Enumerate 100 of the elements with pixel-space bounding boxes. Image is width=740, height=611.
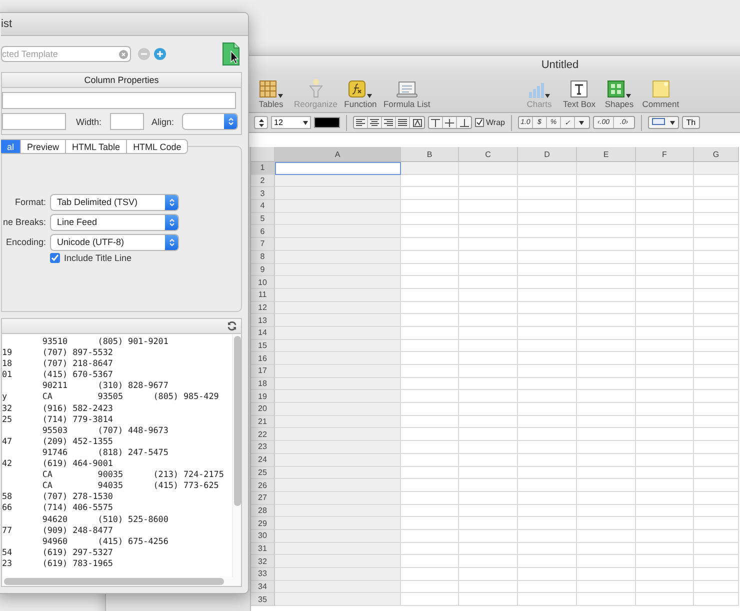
table-cell[interactable] (518, 416, 577, 428)
table-cell[interactable] (459, 288, 518, 302)
table-cell[interactable] (518, 542, 577, 556)
table-cell[interactable] (459, 593, 518, 606)
row-header[interactable]: 31 (251, 542, 275, 556)
row-header[interactable]: 22 (251, 428, 275, 442)
row-header[interactable]: 11 (251, 288, 275, 302)
table-cell[interactable] (577, 580, 636, 594)
table-cell[interactable] (518, 162, 577, 175)
table-cell[interactable] (401, 378, 459, 390)
table-cell[interactable] (694, 264, 739, 276)
toolbar-button[interactable]: Text Box (562, 76, 596, 109)
table-cell[interactable] (459, 200, 518, 213)
table-cell[interactable] (459, 492, 518, 505)
row-header[interactable]: 35 (251, 593, 275, 606)
tab[interactable]: Preview (21, 139, 66, 154)
table-cell[interactable] (636, 187, 694, 200)
table-cell[interactable] (401, 238, 459, 251)
table-cell[interactable] (694, 352, 739, 365)
table-cell[interactable] (275, 441, 401, 454)
row-header[interactable]: 29 (251, 517, 275, 530)
table-cell[interactable] (518, 288, 577, 302)
table-cell[interactable] (694, 517, 739, 530)
table-cell[interactable] (518, 390, 577, 404)
alignment-buttons[interactable] (353, 116, 425, 129)
table-cell[interactable] (577, 264, 636, 276)
font-size-field[interactable]: 12 (271, 116, 311, 129)
table-cell[interactable] (518, 174, 577, 188)
row-header[interactable]: 33 (251, 568, 275, 581)
table-cell[interactable] (459, 250, 518, 264)
table-cell[interactable] (636, 250, 694, 264)
row-header[interactable]: 3 (251, 187, 275, 200)
table-cell[interactable] (459, 416, 518, 428)
table-cell[interactable] (577, 352, 636, 365)
table-cell[interactable] (577, 200, 636, 213)
table-cell[interactable] (459, 403, 518, 416)
table-cell[interactable] (694, 555, 739, 568)
table-cell[interactable] (694, 200, 739, 213)
table-cell[interactable] (518, 340, 577, 352)
align-left-button[interactable] (354, 117, 368, 128)
table-cell[interactable] (694, 250, 739, 264)
table-cell[interactable] (401, 454, 459, 466)
table-cell[interactable] (401, 568, 459, 581)
table-cell[interactable] (518, 365, 577, 378)
column-header[interactable]: A (275, 147, 401, 162)
table-cell[interactable] (636, 326, 694, 340)
table-cell[interactable] (518, 454, 577, 466)
table-cell[interactable] (636, 568, 694, 581)
input-field[interactable] (2, 113, 66, 130)
table-cell[interactable] (636, 492, 694, 505)
table-cell[interactable] (518, 428, 577, 442)
table-cell[interactable] (694, 302, 739, 314)
table-cell[interactable] (577, 326, 636, 340)
table-cell[interactable] (518, 403, 577, 416)
table-cell[interactable] (636, 555, 694, 568)
table-cell[interactable] (459, 530, 518, 543)
table-cell[interactable] (275, 238, 401, 251)
text-color-swatch[interactable] (314, 117, 340, 128)
table-cell[interactable] (694, 288, 739, 302)
table-cell[interactable] (275, 174, 401, 188)
table-cell[interactable] (636, 212, 694, 226)
table-cell[interactable] (636, 580, 694, 594)
table-cell[interactable] (459, 479, 518, 492)
tab[interactable]: al (1, 139, 22, 154)
table-cell[interactable] (577, 568, 636, 581)
table-cell[interactable] (636, 200, 694, 213)
table-cell[interactable] (275, 288, 401, 302)
row-header[interactable]: 8 (251, 250, 275, 264)
table-cell[interactable] (694, 593, 739, 606)
tab[interactable]: HTML Table (66, 139, 128, 154)
table-cell[interactable] (401, 555, 459, 568)
row-header[interactable]: 18 (251, 378, 275, 390)
row-header[interactable]: 12 (251, 302, 275, 314)
table-cell[interactable] (694, 568, 739, 581)
table-cell[interactable] (275, 212, 401, 226)
column-header[interactable]: F (636, 147, 694, 162)
table-cell[interactable] (636, 517, 694, 530)
table-cell[interactable] (694, 580, 739, 594)
table-cell[interactable] (401, 416, 459, 428)
table-cell[interactable] (577, 466, 636, 480)
table-cell[interactable] (636, 162, 694, 175)
table-cell[interactable] (577, 504, 636, 518)
table-cell[interactable] (459, 276, 518, 289)
row-header[interactable]: 23 (251, 441, 275, 454)
table-cell[interactable] (636, 365, 694, 378)
table-cell[interactable] (577, 542, 636, 556)
document-icon[interactable] (222, 42, 240, 66)
table-cell[interactable] (518, 492, 577, 505)
table-cell[interactable] (518, 212, 577, 226)
table-cell[interactable] (518, 568, 577, 581)
table-cell[interactable] (636, 352, 694, 365)
table-cell[interactable] (636, 302, 694, 314)
table-cell[interactable] (275, 479, 401, 492)
table-cell[interactable] (577, 378, 636, 390)
row-header[interactable]: 6 (251, 225, 275, 238)
table-cell[interactable] (694, 314, 739, 327)
table-cell[interactable] (518, 187, 577, 200)
table-cell[interactable] (275, 555, 401, 568)
table-cell[interactable] (518, 593, 577, 606)
table-cell[interactable] (636, 390, 694, 404)
